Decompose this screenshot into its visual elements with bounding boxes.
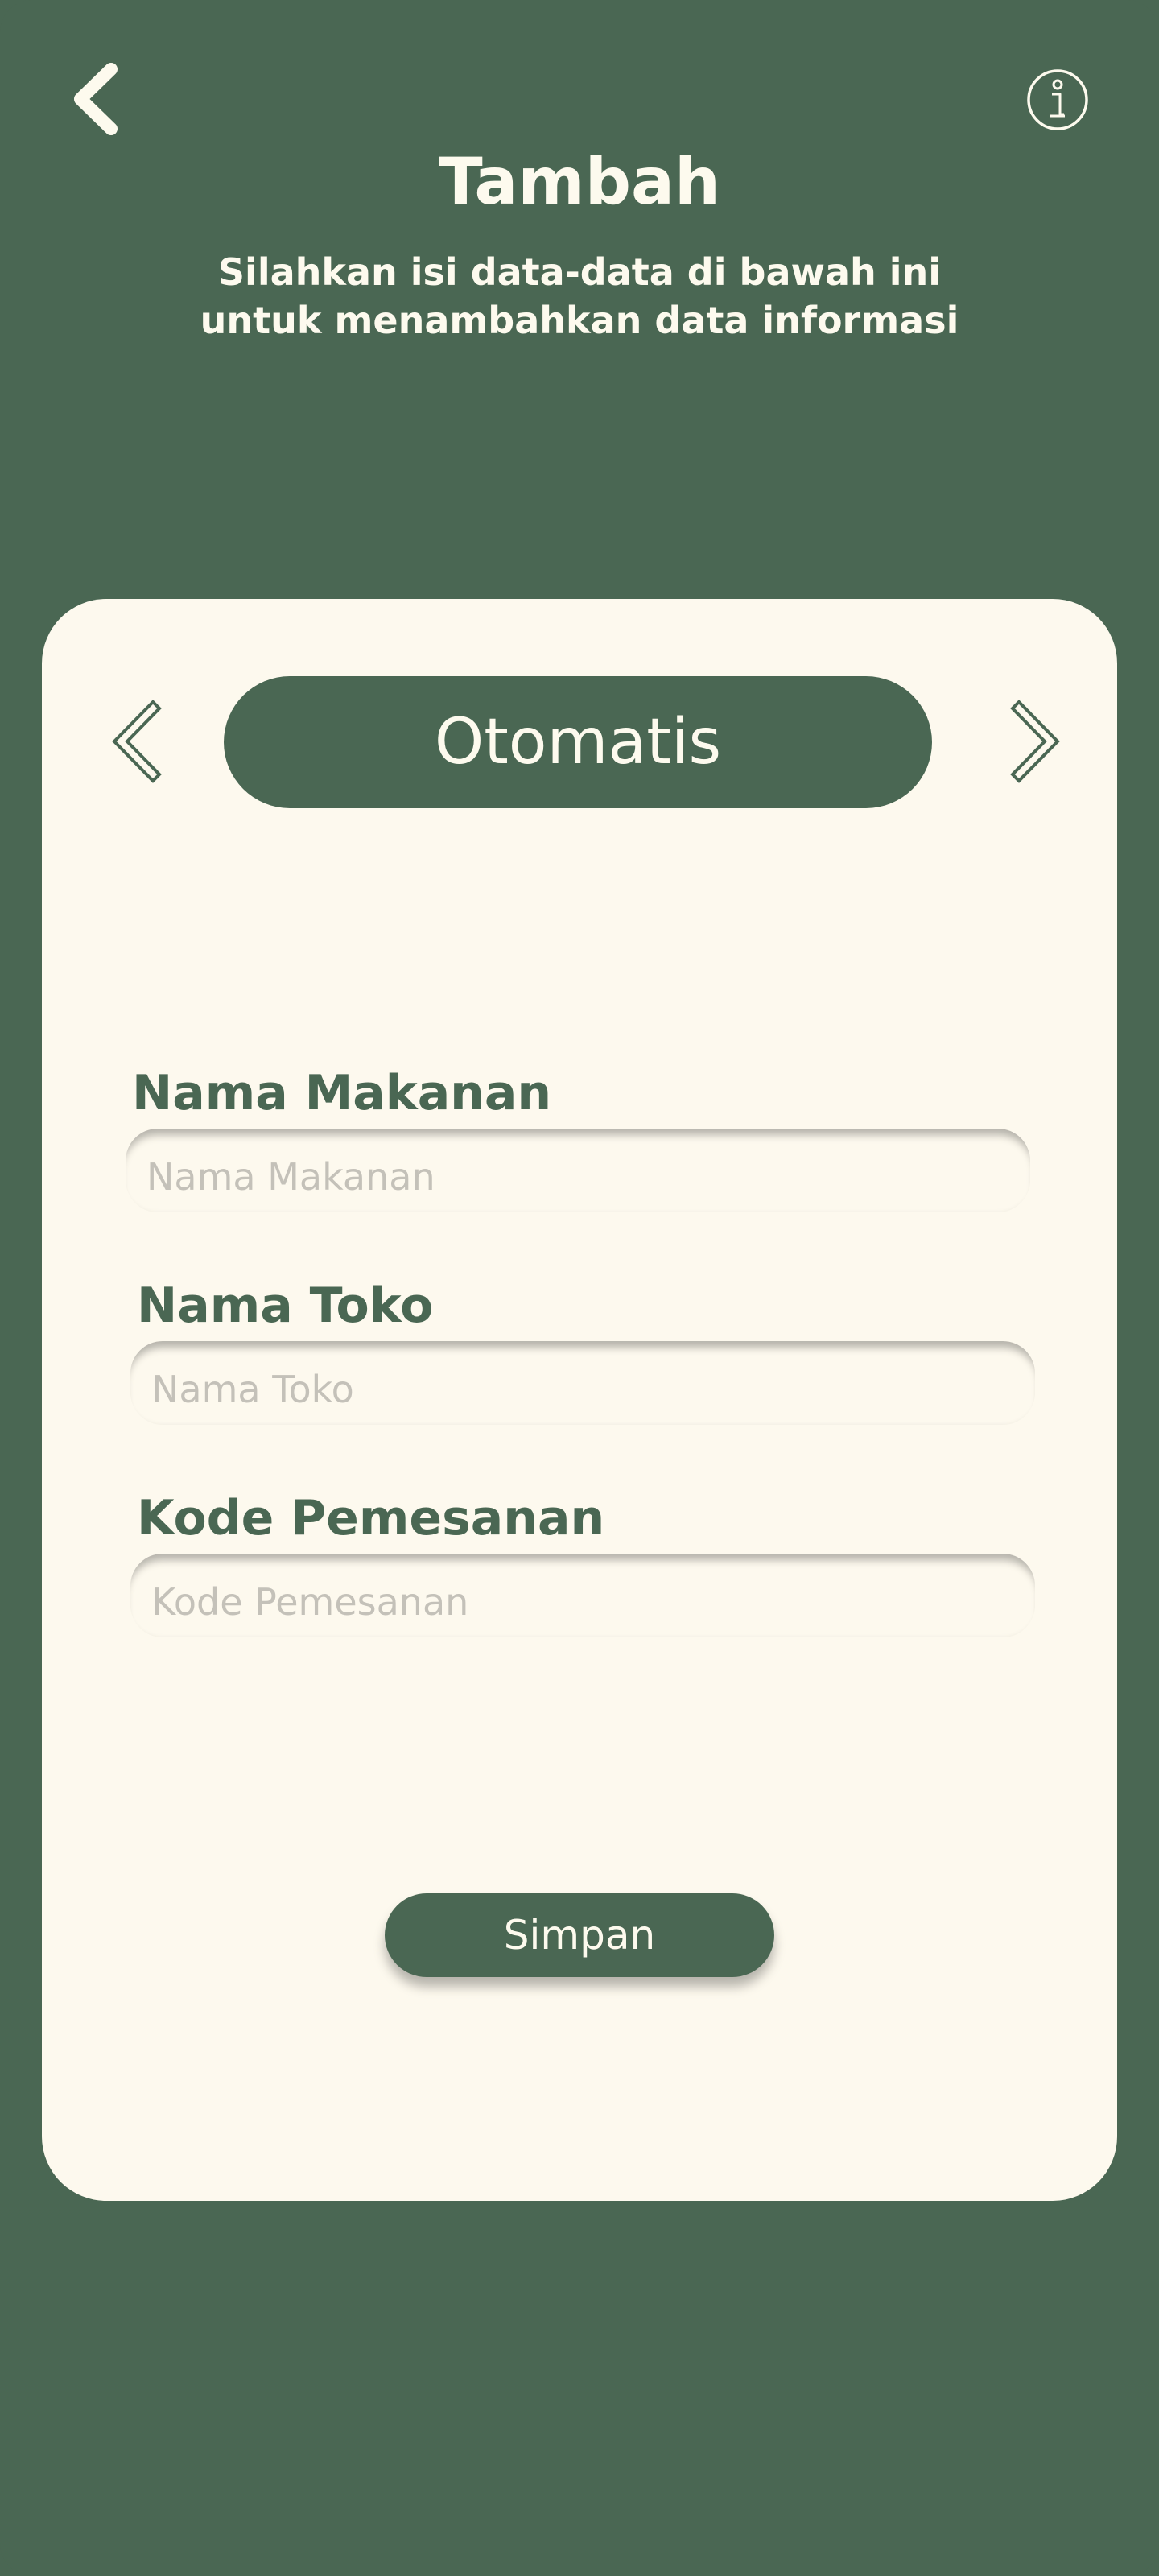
- app-screen: Tambah Silahkan isi data-data di bawah i…: [0, 0, 1159, 2576]
- kode-pemesanan-placeholder: Kode Pemesanan: [151, 1580, 469, 1624]
- kode-pemesanan-input[interactable]: Kode Pemesanan: [130, 1554, 1035, 1637]
- chevron-right-icon: [1010, 700, 1060, 783]
- nama-toko-input[interactable]: Nama Toko: [130, 1341, 1035, 1425]
- save-button[interactable]: Simpan: [385, 1893, 774, 1977]
- chevron-left-icon: [74, 63, 118, 135]
- field-label-nama-toko: Nama Toko: [137, 1278, 434, 1334]
- mode-next-button[interactable]: [996, 697, 1069, 786]
- nama-makanan-placeholder: Nama Makanan: [146, 1155, 435, 1199]
- chevron-left-icon: [112, 700, 162, 783]
- mode-selector[interactable]: Otomatis: [224, 676, 932, 808]
- mode-prev-button[interactable]: [103, 697, 175, 786]
- back-button[interactable]: [66, 63, 130, 135]
- page-subtitle: Silahkan isi data-data di bawah ini untu…: [200, 250, 959, 342]
- info-button[interactable]: [1025, 68, 1090, 132]
- page-title: Tambah: [439, 144, 720, 219]
- form-card: Otomatis Nama Makanan Nama Makanan Nama …: [42, 599, 1117, 2201]
- field-label-kode-pemesanan: Kode Pemesanan: [137, 1490, 605, 1546]
- info-icon: [1027, 69, 1088, 130]
- nama-toko-placeholder: Nama Toko: [151, 1368, 354, 1411]
- field-label-nama-makanan: Nama Makanan: [132, 1065, 552, 1121]
- nama-makanan-input[interactable]: Nama Makanan: [126, 1129, 1030, 1212]
